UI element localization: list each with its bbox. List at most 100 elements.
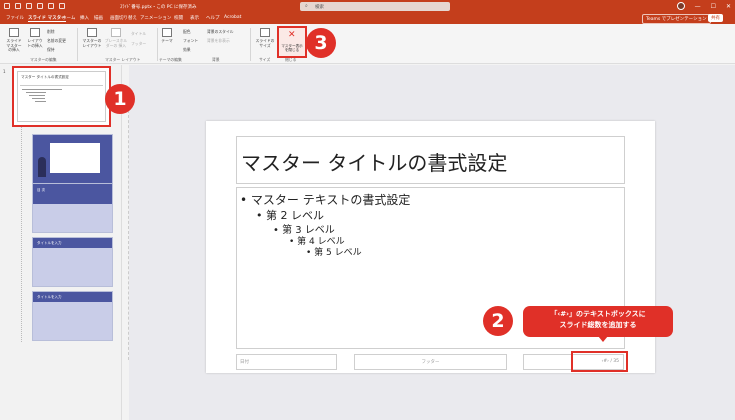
avatar[interactable]: [676, 2, 685, 10]
master-layout-button[interactable]: マスターの レイアウト: [82, 28, 102, 48]
thumbnail-text-line: [32, 98, 45, 99]
layout-thumbnail-toc[interactable]: 目 次: [32, 183, 113, 233]
layout-thumbnail-content[interactable]: タイトルを入力: [32, 237, 113, 287]
share-button[interactable]: 共有: [708, 14, 723, 22]
master-thumbnail-title: マスター タイトルの書式設定: [21, 75, 69, 79]
slide-size-button[interactable]: スライドの サイズ: [254, 28, 276, 48]
group-label-size: サイズ: [259, 57, 271, 62]
tab-view[interactable]: 表示: [190, 15, 199, 21]
date-placeholder[interactable]: 日付: [236, 354, 337, 370]
thumbnail-header: [33, 184, 112, 204]
placeholder-icon: [111, 28, 121, 37]
close-master-view-button[interactable]: ✕ マスター表示 を閉じる: [277, 26, 307, 58]
thumbnail-content-label: タイトルを入力: [37, 295, 62, 299]
fonts-dropdown[interactable]: フォント: [183, 38, 198, 44]
group-label-master-layout: マスター レイアウト: [105, 57, 141, 62]
title-placeholder[interactable]: マスター タイトルの書式設定: [236, 136, 625, 184]
thumbnail-title-box: [50, 143, 100, 173]
insert-master-button[interactable]: スライド マスターの挿入: [5, 28, 23, 53]
tab-acrobat[interactable]: Acrobat: [224, 15, 241, 20]
body-level-5: • 第 5 レベル: [306, 248, 362, 258]
layout-thumbnail-content-2[interactable]: タイトルを入力: [32, 291, 113, 341]
tab-review[interactable]: 校閲: [174, 15, 183, 21]
master-layout-icon: [87, 28, 97, 37]
ribbon-tabs: ファイル スライド マスター ホーム 挿入 描画 画面切り替え アニメーション …: [0, 13, 735, 24]
preserve-button[interactable]: 保持: [47, 47, 55, 53]
thumbnail-toc-label: 目 次: [37, 188, 46, 192]
save-icon[interactable]: [15, 3, 21, 9]
teams-present-button[interactable]: Teams でプレゼンテーション: [642, 14, 711, 24]
thumbnail-content-label: タイトルを入力: [37, 241, 62, 245]
step-badge-1: 1: [105, 84, 135, 114]
footer-placeholder[interactable]: フッター: [354, 354, 507, 370]
thumbnail-divider: [20, 85, 103, 86]
instruction-callout: 「‹#›」のテキストボックスに スライド総数を追加する: [523, 306, 673, 337]
slideshow-icon[interactable]: [48, 3, 54, 9]
tab-draw[interactable]: 描画: [94, 15, 103, 21]
tab-home[interactable]: ホーム: [62, 15, 75, 21]
callout-line-1: 「‹#›」のテキストボックスに: [550, 310, 646, 318]
ribbon: スライド マスターの挿入 レイアウトの挿入 削除 名前の変更 保持 マスターの編…: [0, 24, 735, 64]
date-placeholder-text: 日付: [240, 360, 249, 365]
slide-master-icon: [9, 28, 19, 37]
redo-icon[interactable]: [37, 3, 43, 9]
group-separator: [250, 28, 251, 61]
theme-button[interactable]: テーマ: [160, 28, 174, 44]
file-name[interactable]: ｽﾗｲﾄﾞ番号.pptx・この PC に保存済み: [120, 4, 197, 10]
tab-animations[interactable]: アニメーション: [140, 15, 171, 21]
insert-placeholder-button[interactable]: プレースホルダーの 挿入: [104, 28, 128, 48]
layout-tree-connector: [21, 112, 22, 342]
footer-checkbox[interactable]: フッター: [131, 41, 146, 47]
customize-icon[interactable]: [59, 3, 65, 9]
close-master-label: マスター表示 を閉じる: [281, 44, 303, 53]
tab-slide-master[interactable]: スライド マスター: [28, 15, 66, 22]
title-placeholder-text: マスター タイトルの書式設定: [241, 151, 508, 175]
group-separator: [77, 28, 78, 61]
tab-help[interactable]: ヘルプ: [206, 15, 220, 21]
background-styles-dropdown[interactable]: 背景のスタイル: [207, 29, 234, 35]
title-checkbox[interactable]: タイトル: [131, 31, 146, 37]
step-badge-2: 2: [483, 306, 513, 336]
thumbnail-text-line: [22, 89, 62, 90]
callout-tail: [598, 336, 608, 342]
title-bar: ｽﾗｲﾄﾞ番号.pptx・この PC に保存済み ⌕ 検索 — ☐ ✕: [0, 0, 735, 13]
undo-icon[interactable]: [26, 3, 32, 9]
close-window-button[interactable]: ✕: [726, 3, 731, 10]
thumbnail-text-line: [35, 101, 46, 102]
master-thumbnail-page: マスター タイトルの書式設定: [17, 71, 106, 122]
search-icon: ⌕: [305, 3, 308, 9]
slide-number-highlight: [571, 351, 628, 372]
tab-file[interactable]: ファイル: [6, 15, 24, 21]
vertical-guide: [128, 110, 130, 360]
group-label-edit-master: マスターの編集: [30, 57, 57, 62]
group-separator: [157, 28, 158, 61]
tab-transitions[interactable]: 画面切り替え: [110, 15, 137, 21]
theme-icon: [162, 28, 172, 37]
delete-button[interactable]: 削除: [47, 29, 55, 35]
rename-button[interactable]: 名前の変更: [47, 38, 66, 44]
group-label-theme: テーマの編集: [159, 57, 182, 62]
maximize-button[interactable]: ☐: [711, 3, 716, 10]
thumbnail-text-line: [26, 92, 46, 93]
step-badge-3: 3: [306, 28, 336, 58]
slide-size-icon: [260, 28, 270, 37]
thumbnail-text-line: [29, 95, 45, 96]
footer-placeholder-text: フッター: [421, 360, 440, 365]
colors-dropdown[interactable]: 配色: [183, 29, 191, 35]
hide-background-checkbox[interactable]: 背景を非表示: [207, 38, 230, 44]
slide-number-label: 1: [3, 69, 6, 74]
minimize-button[interactable]: —: [695, 3, 701, 10]
quick-access-toolbar: [4, 3, 65, 9]
tab-insert[interactable]: 挿入: [80, 15, 89, 21]
group-label-background: 背景: [212, 57, 220, 62]
layout-thumbnail-title[interactable]: [32, 134, 113, 184]
body-level-1: • マスター テキストの書式設定: [240, 193, 411, 207]
autosave-icon[interactable]: [4, 3, 10, 9]
person-illustration: [38, 157, 46, 177]
close-master-icon: ✕: [288, 30, 296, 40]
search-box[interactable]: ⌕ 検索: [300, 2, 450, 11]
insert-layout-button[interactable]: レイアウトの挿入: [26, 28, 44, 48]
effects-dropdown[interactable]: 効果: [183, 47, 191, 53]
window-controls: — ☐ ✕: [676, 2, 731, 10]
master-thumbnail[interactable]: マスター タイトルの書式設定: [12, 66, 111, 127]
